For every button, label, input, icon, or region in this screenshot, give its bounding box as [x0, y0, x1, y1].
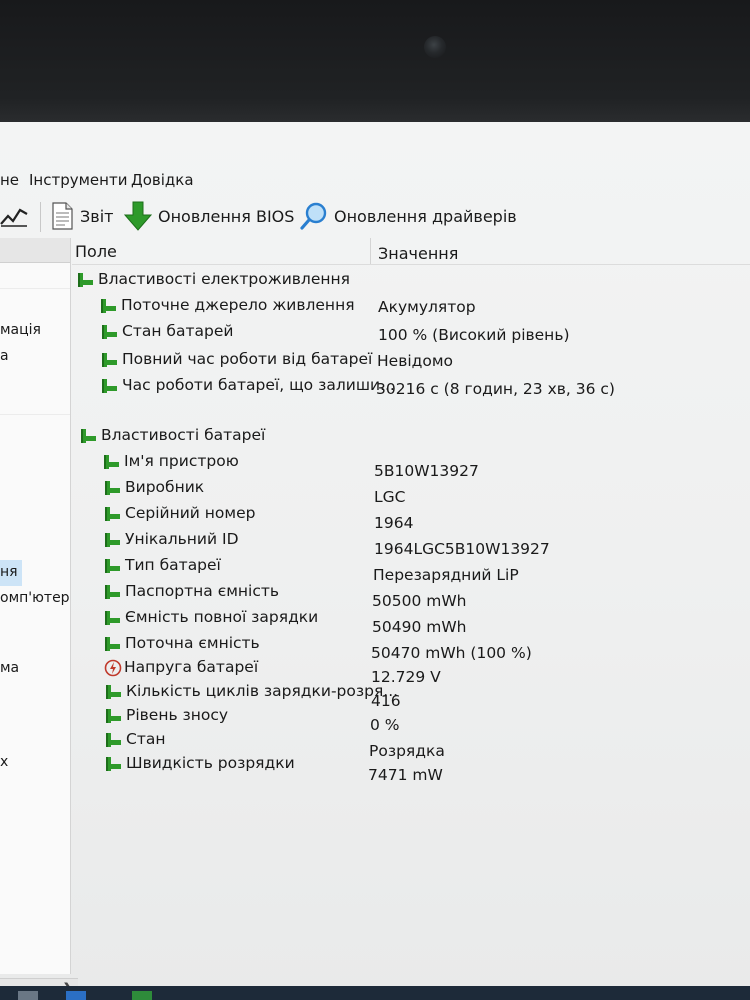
menu-item-view[interactable]: не [0, 171, 19, 189]
windows-taskbar [0, 986, 750, 1000]
taskbar-app-icon[interactable] [132, 991, 152, 1000]
report-label: Звіт [80, 206, 114, 226]
chart-line-icon [0, 208, 28, 227]
field-label: Повний час роботи від батареї [122, 350, 373, 368]
battery-item-icon [105, 507, 120, 521]
taskbar-app-icon[interactable] [66, 991, 86, 1000]
field-value: 7471 mW [368, 766, 443, 784]
taskbar-app-icon[interactable] [18, 991, 38, 1000]
voltage-icon [104, 659, 122, 677]
bios-update-button[interactable]: Оновлення BIOS [124, 201, 295, 231]
battery-item-icon [78, 273, 93, 287]
battery-item-icon [105, 585, 120, 599]
battery-item-icon [102, 353, 117, 367]
tree-item[interactable]: мація [0, 322, 41, 338]
battery-item-icon [106, 733, 121, 747]
battery-item-icon [105, 559, 120, 573]
tree-item[interactable]: х [0, 754, 8, 770]
field-label: Напруга батареї [124, 658, 259, 676]
menu-item-help[interactable]: Довідка [131, 171, 194, 189]
field-label: Тип батареї [125, 556, 221, 574]
tree-item[interactable]: омп'ютер [0, 590, 70, 606]
toolbar: Звіт Оновлення BIOS Оновлення драйверів [0, 198, 750, 234]
bios-update-label: Оновлення BIOS [158, 206, 295, 226]
tree-header [0, 238, 70, 263]
field-value: 1964 [374, 514, 414, 532]
field-label: Кількість циклів зарядки-розря... [126, 682, 399, 700]
field-value: Акумулятор [378, 298, 476, 316]
driver-update-label: Оновлення драйверів [334, 206, 517, 226]
properties-list: Поле Значення Властивості електроживленн… [72, 238, 750, 1000]
column-divider[interactable] [370, 238, 371, 264]
field-label: Поточна ємність [125, 634, 260, 652]
menu-item-tools[interactable]: Інструменти [29, 171, 127, 189]
webcam [424, 36, 446, 58]
tree-item[interactable]: ма [0, 660, 19, 676]
field-value: 50500 mWh [372, 592, 467, 610]
laptop-bezel [0, 0, 750, 122]
battery-item-icon [105, 611, 120, 625]
battery-item-icon [105, 637, 120, 651]
column-field[interactable]: Поле [75, 242, 117, 261]
aida-window: не Інструменти Довідка Звіт Оновлення BI… [0, 122, 750, 1000]
green-down-arrow-icon [124, 201, 152, 231]
group-label: Властивості батареї [101, 426, 266, 444]
field-value: Перезарядний LiP [373, 566, 519, 584]
tree-item[interactable]: а [0, 348, 9, 364]
field-label: Паспортна ємність [125, 582, 280, 600]
tree-divider [0, 288, 70, 289]
column-value[interactable]: Значення [378, 244, 458, 263]
battery-item-icon [81, 429, 96, 443]
field-label: Стан батарей [122, 322, 234, 340]
navigation-tree[interactable]: мація а ня омп'ютер ма х [0, 238, 71, 974]
field-value: 5B10W13927 [374, 462, 479, 480]
report-button[interactable]: Звіт [50, 202, 114, 230]
battery-item-icon [104, 455, 119, 469]
benchmark-button[interactable] [0, 203, 34, 229]
field-value: 50470 mWh (100 %) [371, 644, 532, 662]
battery-item-icon [105, 481, 120, 495]
group-label: Властивості електроживлення [98, 270, 350, 288]
field-label: Час роботи батареї, що залиши... [122, 376, 395, 394]
field-value: Розрядка [369, 742, 445, 760]
field-value: 1964LGC5B10W13927 [374, 540, 550, 558]
magnifier-icon [300, 202, 327, 230]
field-value: 416 [371, 692, 401, 710]
column-header: Поле Значення [72, 238, 750, 265]
field-value: LGC [374, 488, 406, 506]
field-value: 100 % (Високий рівень) [378, 326, 570, 344]
battery-item-icon [106, 685, 121, 699]
battery-item-icon [105, 533, 120, 547]
toolbar-separator [40, 202, 41, 232]
field-value: 50490 mWh [372, 618, 467, 636]
battery-item-icon [106, 757, 121, 771]
field-value: 30216 с (8 годин, 23 хв, 36 с) [376, 380, 615, 398]
battery-item-icon [102, 325, 117, 339]
field-label: Унікальний ID [125, 530, 239, 548]
field-label: Виробник [125, 478, 205, 496]
field-label: Рівень зносу [126, 706, 229, 724]
battery-item-icon [102, 379, 117, 393]
tree-item-selected[interactable]: ня [0, 564, 18, 580]
battery-item-icon [101, 299, 116, 313]
field-value: 0 % [370, 716, 400, 734]
field-value: Невідомо [377, 352, 454, 370]
field-label: Поточне джерело живлення [121, 296, 355, 314]
field-label: Ім'я пристрою [124, 452, 239, 470]
document-icon [52, 202, 73, 230]
field-label: Серійний номер [125, 504, 256, 522]
field-label: Швидкість розрядки [126, 754, 295, 772]
driver-update-button[interactable]: Оновлення драйверів [300, 202, 517, 230]
field-label: Ємність повної зарядки [125, 608, 319, 626]
tree-divider [0, 414, 70, 415]
battery-item-icon [106, 709, 121, 723]
field-label: Стан [126, 730, 166, 748]
